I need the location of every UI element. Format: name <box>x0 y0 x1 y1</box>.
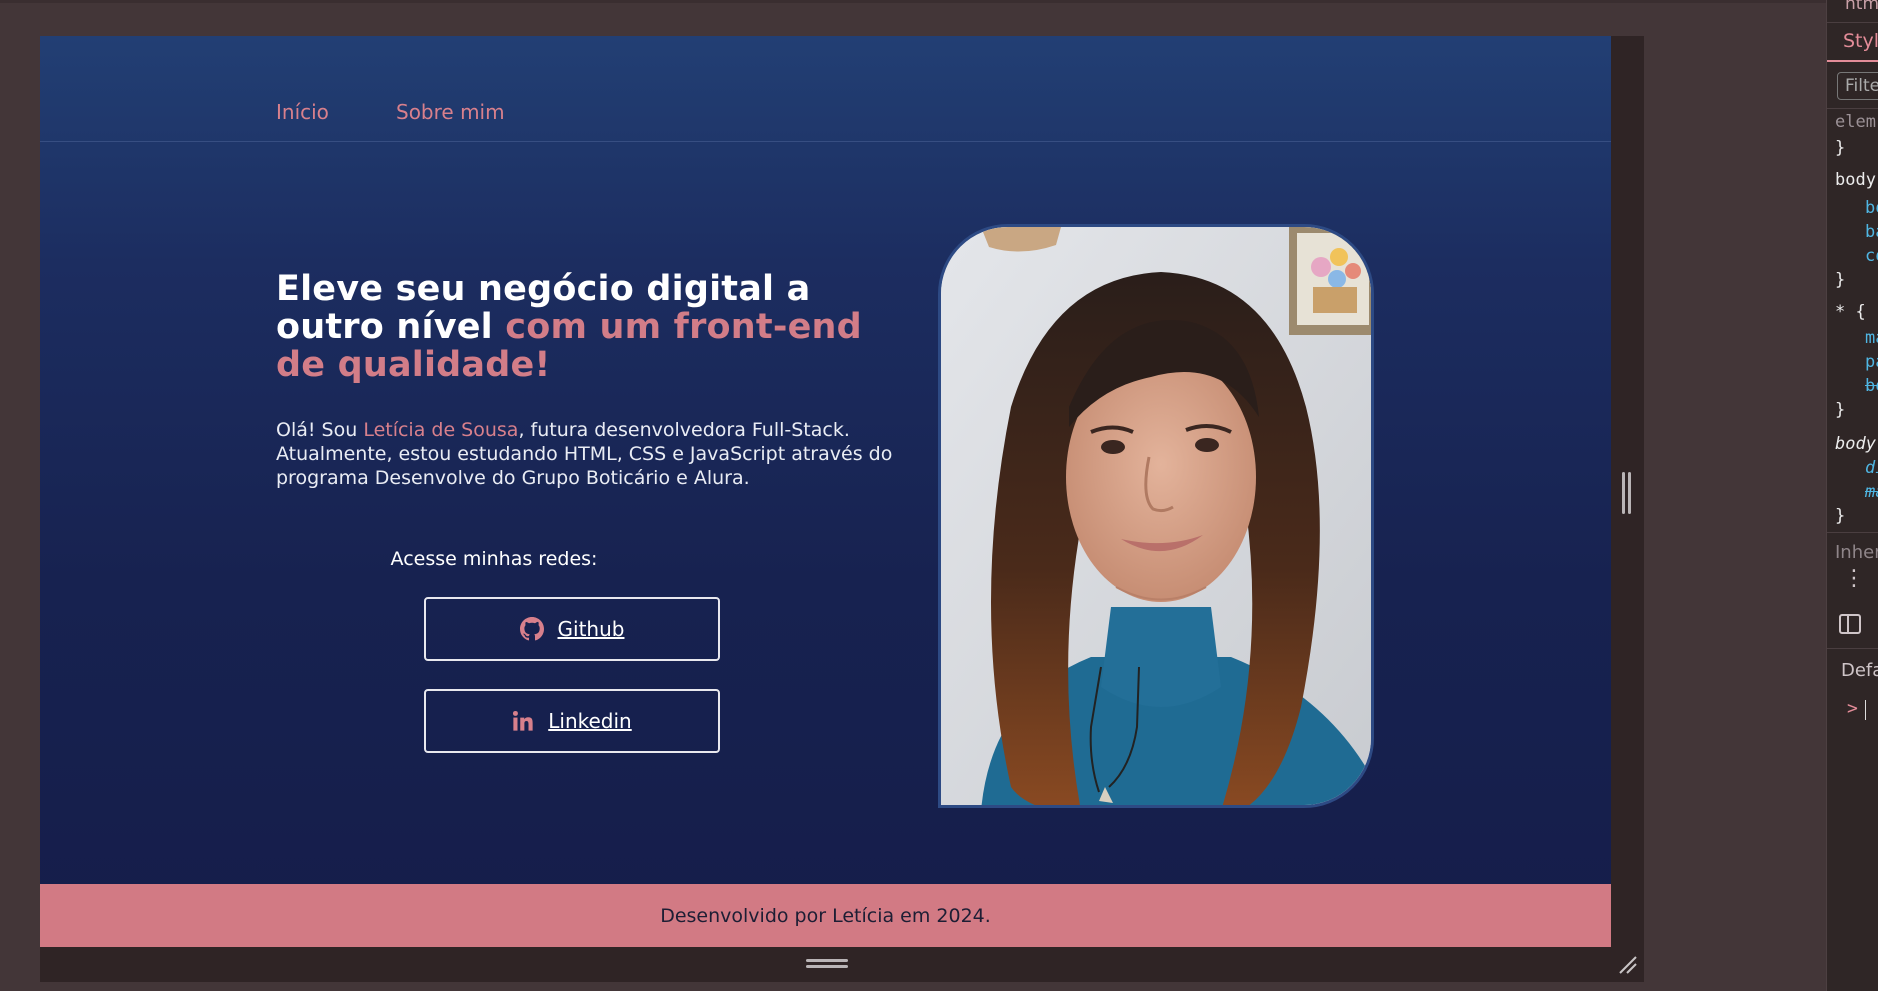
devtools-filter-input[interactable]: Filte <box>1837 72 1878 100</box>
viewport-resize-handle-horizontal[interactable] <box>806 959 848 969</box>
page-footer: Desenvolvido por Letícia em 2024. <box>40 884 1611 947</box>
app-top-strip <box>0 0 1826 3</box>
viewport-resize-handle-vertical[interactable] <box>1622 472 1631 514</box>
github-icon <box>519 617 544 641</box>
devtools-style-line: * { <box>1835 302 1866 322</box>
intro-paragraph: Olá! Sou Letícia de Sousa, futura desenv… <box>276 418 896 490</box>
intro-prefix: Olá! Sou <box>276 419 358 441</box>
resize-corner-icon[interactable] <box>1618 955 1638 975</box>
devtools-panel: html Style Filte elem} body bo ba co} * { ma pa… <box>1826 0 1878 991</box>
linkedin-button[interactable]: Linkedin <box>424 689 720 753</box>
nav-link-home[interactable]: Início <box>276 100 329 124</box>
devtools-default-label: Defa <box>1841 660 1878 681</box>
devtools-console-input[interactable] <box>1865 700 1866 720</box>
devtools-style-line: body <box>1835 170 1876 190</box>
github-label: Github <box>557 617 625 641</box>
devtools-html-tab[interactable]: html <box>1845 0 1878 14</box>
devtools-style-line: pa <box>1865 352 1878 372</box>
devtools-style-line: } <box>1835 400 1846 420</box>
footer-text: Desenvolvido por Letícia em 2024. <box>660 904 991 927</box>
devtools-styles-tab-label: Style <box>1843 30 1878 52</box>
devtools-style-line: elem <box>1835 112 1876 132</box>
devtools-style-line: di <box>1865 458 1878 478</box>
devtools-style-line: ma <box>1865 482 1878 502</box>
devtools-style-line: bo <box>1865 376 1878 396</box>
devtools-style-line: body <box>1835 434 1876 454</box>
devtools-sidebar-toggle-icon[interactable] <box>1839 614 1861 634</box>
github-button[interactable]: Github <box>424 597 720 661</box>
intro-name: Letícia de Sousa <box>363 419 519 441</box>
profile-photo <box>938 224 1374 808</box>
devtools-style-line: co <box>1865 246 1878 266</box>
linkedin-icon <box>512 710 534 732</box>
hero-title: Eleve seu negócio digital a outro nível … <box>276 270 916 384</box>
devtools-style-line: } <box>1835 270 1846 290</box>
devtools-console-prompt-icon: > <box>1847 698 1858 719</box>
devtools-style-line: bo <box>1865 198 1878 218</box>
page-viewport: Início Sobre mim Eleve seu negócio digit… <box>40 36 1611 947</box>
devtools-style-line: ba <box>1865 222 1878 242</box>
devtools-more-icon[interactable]: ⋮ <box>1843 566 1865 591</box>
devtools-style-line: } <box>1835 506 1846 526</box>
networks-label: Acesse minhas redes: <box>390 548 598 570</box>
devtools-style-line: } <box>1835 138 1846 158</box>
nav-link-about[interactable]: Sobre mim <box>396 100 505 124</box>
devtools-style-line: ma <box>1865 328 1878 348</box>
devtools-filter-placeholder: Filte <box>1845 76 1878 96</box>
top-nav: Início Sobre mim <box>40 36 1611 142</box>
linkedin-label: Linkedin <box>548 709 632 733</box>
devtools-inherited-label: Inher <box>1835 542 1878 563</box>
